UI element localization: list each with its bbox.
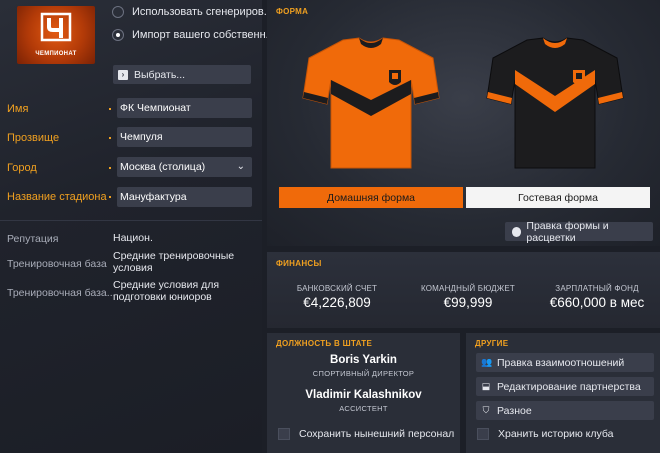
staff-name: Boris Yarkin	[330, 354, 397, 366]
club-details-panel: ЧЕМПИОНАТ Использовать сгенериров... Имп…	[0, 0, 275, 453]
club-logo[interactable]: ЧЕМПИОНАТ	[17, 6, 95, 64]
choose-button-label: Выбрать...	[134, 68, 186, 81]
edit-relationships-button[interactable]: 👥 Правка взаимоотношений	[476, 353, 654, 372]
chevron-down-icon: ⌄	[236, 161, 245, 172]
other-panel: ДРУГИЕ 👥 Правка взаимоотношений ⬓ Редакт…	[466, 333, 660, 453]
youth-facilities-value: Средние условия для подготовки юниоров	[113, 279, 220, 303]
shield-icon: ⛉	[482, 405, 490, 415]
choose-logo-button[interactable]: › Выбрать...	[113, 65, 251, 84]
nickname-field[interactable]: Чемпуля	[117, 127, 252, 147]
transfer-budget-value: €99,999	[443, 295, 493, 310]
transfer-budget-label: КОМАНДНЫЙ БЮДЖЕТ	[420, 284, 516, 293]
radio-import[interactable]	[112, 29, 124, 41]
keep-history-label: Хранить историю клуба	[498, 428, 614, 440]
keep-staff-checkbox[interactable]	[278, 428, 290, 440]
logo-text: ЧЕМПИОНАТ	[35, 51, 77, 57]
required-dot	[109, 167, 111, 169]
bank-balance-value: €4,226,809	[303, 295, 371, 310]
people-icon: 👥	[481, 357, 493, 367]
use-generated-label: Использовать сгенериров...	[132, 6, 273, 18]
misc-button[interactable]: ⛉ Разное	[476, 401, 654, 420]
training-facilities-value: Средние тренировочные условия	[113, 250, 235, 274]
import-own-label: Импорт вашего собственн...	[132, 29, 275, 41]
club-name-field[interactable]: ФК Чемпионат	[117, 98, 252, 118]
keep-history-option[interactable]: Хранить историю клуба	[477, 428, 614, 440]
wage-budget-value: €660,000 в мес	[549, 295, 645, 310]
nickname-label: Прозвище	[7, 132, 60, 144]
staff-role: АССИСТЕНТ	[339, 404, 388, 413]
city-value: Москва (столица)	[120, 161, 206, 173]
wage-budget-label: ЗАРПЛАТНЫЙ ФОНД	[555, 284, 639, 293]
away-shirt-image	[486, 37, 624, 169]
kit-icon	[512, 226, 522, 237]
chevron-right-icon: ›	[118, 69, 128, 80]
edit-kit-colours-button[interactable]: Правка формы и расцветки	[505, 219, 653, 244]
staff-member[interactable]: Boris Yarkin СПОРТИВНЫЙ ДИРЕКТОР	[267, 354, 460, 378]
staff-role: СПОРТИВНЫЙ ДИРЕКТОР	[312, 369, 415, 378]
edit-kit-label: Правка формы и расцветки	[526, 219, 609, 244]
radio-generated[interactable]	[112, 6, 124, 18]
transfer-budget: КОМАНДНЫЙ БЮДЖЕТ €99,999	[413, 284, 523, 310]
divider	[0, 220, 262, 221]
bank-balance: БАНКОВСКИЙ СЧЕТ €4,226,809	[287, 284, 387, 310]
away-kit-button[interactable]: Гостевая форма	[466, 187, 650, 208]
import-own-option[interactable]: Импорт вашего собственн...	[112, 29, 275, 41]
keep-staff-option[interactable]: Сохранить нынешний персонал	[278, 428, 454, 440]
home-shirt-image	[302, 37, 440, 169]
kit-header: ФОРМА	[276, 7, 309, 16]
relations-label: Правка взаимоотношений	[497, 356, 625, 369]
required-dot	[109, 137, 111, 139]
staff-panel: ДОЛЖНОСТЬ В ШТАТЕ Boris Yarkin СПОРТИВНЫ…	[267, 333, 460, 453]
other-header: ДРУГИЕ	[475, 339, 509, 348]
misc-label: Разное	[497, 404, 532, 417]
partnership-label: Редактирование партнерства	[497, 380, 641, 393]
staff-name: Vladimir Kalashnikov	[305, 389, 422, 401]
stadium-name-field[interactable]: Мануфактура	[117, 187, 252, 207]
club-crest-icon	[40, 12, 72, 42]
home-kit-button[interactable]: Домашняя форма	[279, 187, 463, 208]
training-facilities-label: Тренировочная база	[7, 258, 107, 270]
edit-partnership-button[interactable]: ⬓ Редактирование партнерства	[476, 377, 654, 396]
city-label: Город	[7, 162, 37, 174]
finances-panel: ФИНАНСЫ БАНКОВСКИЙ СЧЕТ €4,226,809 КОМАН…	[267, 252, 660, 328]
required-dot	[109, 108, 111, 110]
youth-facilities-label: Тренировочная база...	[7, 287, 116, 299]
name-label: Имя	[7, 103, 29, 115]
keep-staff-label: Сохранить нынешний персонал	[299, 428, 455, 440]
city-select[interactable]: Москва (столица) ⌄	[117, 157, 252, 177]
handshake-icon: ⬓	[481, 381, 491, 391]
kit-panel: ФОРМА Домашняя форма Гостевая форма Прав…	[267, 0, 660, 246]
staff-member[interactable]: Vladimir Kalashnikov АССИСТЕНТ	[267, 389, 460, 413]
use-generated-option[interactable]: Использовать сгенериров...	[112, 6, 273, 18]
wage-budget: ЗАРПЛАТНЫЙ ФОНД €660,000 в мес	[542, 284, 652, 310]
bank-balance-label: БАНКОВСКИЙ СЧЕТ	[296, 284, 378, 293]
keep-history-checkbox[interactable]	[477, 428, 489, 440]
staff-header: ДОЛЖНОСТЬ В ШТАТЕ	[276, 339, 373, 348]
required-dot	[109, 196, 111, 198]
reputation-label: Репутация	[7, 233, 59, 245]
stadium-label: Название стадиона	[7, 191, 107, 203]
reputation-value: Национ.	[113, 232, 153, 244]
finances-header: ФИНАНСЫ	[276, 259, 322, 268]
